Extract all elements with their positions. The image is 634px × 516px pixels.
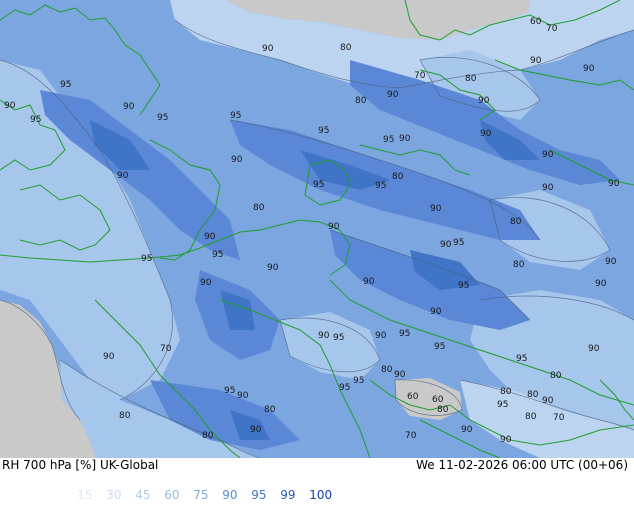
contour-label: 80 [355, 96, 367, 106]
legend-value: 15 [77, 488, 93, 502]
contour-label: 90 [542, 396, 554, 406]
contour-label: 70 [546, 24, 558, 34]
contour-label: 80 [202, 431, 214, 441]
weather-map: 60 70 90 80 90 95 90 90 95 95 95 80 90 7… [0, 0, 634, 458]
contour-label: 95 [339, 383, 350, 393]
legend-value: 45 [135, 488, 151, 502]
contour-label: 95 [313, 180, 324, 190]
contour-label: 90 [542, 183, 554, 193]
contour-label: 90 [204, 232, 216, 242]
legend-value: 75 [193, 488, 209, 502]
contour-label: 90 [231, 155, 243, 165]
legend-value: 90 [222, 488, 238, 502]
contour-label: 90 [583, 64, 595, 74]
contour-label: 90 [363, 277, 375, 287]
contour-label: 80 [500, 387, 512, 397]
contour-label: 90 [595, 279, 607, 289]
contour-label: 90 [200, 278, 212, 288]
contour-label: 90 [375, 331, 387, 341]
contour-label: 80 [550, 371, 562, 381]
contour-label: 90 [4, 101, 16, 111]
map-canvas: 60 70 90 80 90 95 90 90 95 95 95 80 90 7… [0, 0, 634, 458]
contour-label: 95 [30, 115, 41, 125]
contour-label: 95 [212, 250, 223, 260]
contour-label: 95 [516, 354, 527, 364]
contour-label: 95 [375, 181, 386, 191]
contour-label: 95 [224, 386, 235, 396]
contour-label: 70 [553, 413, 565, 423]
contour-label: 90 [430, 307, 442, 317]
contour-label: 90 [117, 171, 129, 181]
contour-label: 90 [394, 370, 406, 380]
contour-label: 90 [387, 90, 399, 100]
contour-label: 60 [407, 392, 419, 402]
valid-time: We 11-02-2026 06:00 UTC (00+06) [416, 458, 628, 472]
contour-label: 90 [103, 352, 115, 362]
contour-label: 95 [434, 342, 445, 352]
contour-label: 95 [453, 238, 464, 248]
contour-label: 95 [383, 135, 394, 145]
legend-value: 95 [251, 488, 267, 502]
contour-label: 80 [437, 405, 449, 415]
contour-label: 90 [267, 263, 279, 273]
contour-label: 95 [141, 254, 152, 264]
contour-label: 90 [461, 425, 473, 435]
legend-value: 30 [106, 488, 122, 502]
contour-label: 95 [230, 111, 241, 121]
contour-label: 60 [530, 17, 542, 27]
contour-label: 90 [440, 240, 452, 250]
contour-label: 90 [478, 96, 490, 106]
contour-label: 80 [119, 411, 131, 421]
contour-label: 70 [160, 344, 172, 354]
contour-label: 80 [253, 203, 265, 213]
contour-label: 95 [157, 113, 168, 123]
legend-value: 60 [164, 488, 180, 502]
contour-label: 90 [262, 44, 274, 54]
contour-label: 90 [318, 331, 330, 341]
legend-value: 100 [309, 488, 333, 502]
contour-label: 90 [328, 222, 340, 232]
contour-label: 80 [465, 74, 477, 84]
map-title: RH 700 hPa [%] UK-Global [2, 458, 159, 472]
map-footer: RH 700 hPa [%] UK-Global We 11-02-2026 0… [0, 458, 634, 502]
contour-label: 95 [353, 376, 364, 386]
contour-label: 95 [399, 329, 410, 339]
color-legend: 15 30 45 60 75 90 95 99 100 [62, 474, 338, 516]
contour-label: 95 [318, 126, 329, 136]
contour-label: 80 [264, 405, 276, 415]
contour-label: 90 [123, 102, 135, 112]
contour-label: 80 [527, 390, 539, 400]
contour-label: 90 [588, 344, 600, 354]
contour-label: 95 [60, 80, 71, 90]
contour-label: 80 [525, 412, 537, 422]
contour-label: 90 [530, 56, 542, 66]
contour-label: 90 [399, 134, 411, 144]
contour-label: 95 [333, 333, 344, 343]
contour-label: 90 [237, 391, 249, 401]
contour-label: 80 [513, 260, 525, 270]
legend-value: 99 [280, 488, 296, 502]
contour-label: 60 [432, 395, 444, 405]
contour-label: 90 [250, 425, 262, 435]
contour-label: 70 [414, 71, 426, 81]
contour-label: 90 [608, 179, 620, 189]
contour-label: 80 [381, 365, 393, 375]
contour-label: 90 [605, 257, 617, 267]
contour-label: 80 [510, 217, 522, 227]
contour-label: 90 [480, 129, 492, 139]
contour-label: 80 [340, 43, 352, 53]
contour-label: 80 [392, 172, 404, 182]
contour-label: 95 [458, 281, 469, 291]
contour-label: 70 [405, 431, 417, 441]
contour-label: 90 [500, 435, 512, 445]
contour-label: 90 [542, 150, 554, 160]
contour-label: 95 [497, 400, 508, 410]
contour-label: 90 [430, 204, 442, 214]
